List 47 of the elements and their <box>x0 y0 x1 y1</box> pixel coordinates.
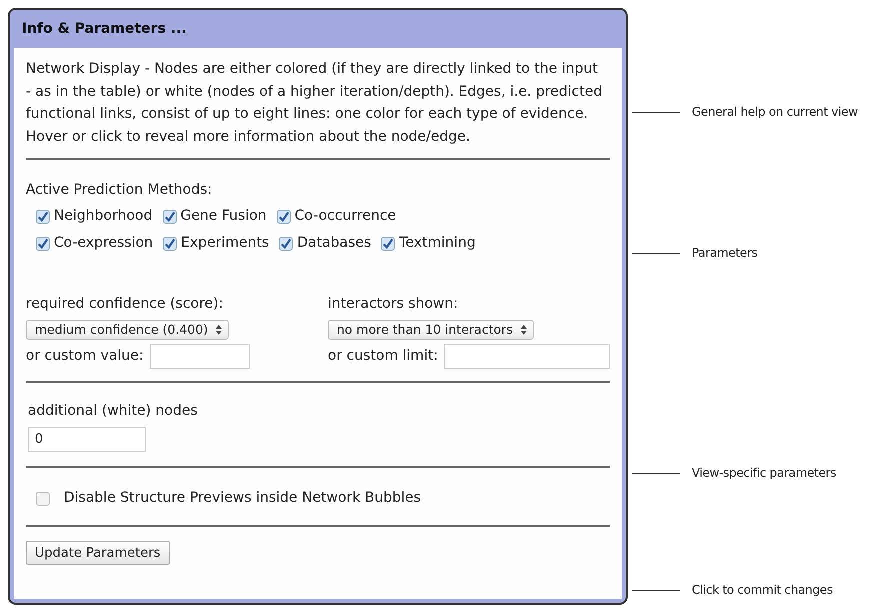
checkbox[interactable] <box>381 236 396 251</box>
check-icon <box>382 238 394 250</box>
field-label: or custom limit: <box>328 347 438 366</box>
custom-input-field[interactable] <box>444 344 610 370</box>
checkbox-label: Experiments <box>181 234 270 254</box>
leader-line <box>632 112 680 113</box>
checkbox[interactable] <box>36 492 50 506</box>
annotation-label: Parameters <box>692 245 758 261</box>
leader-line <box>632 590 680 591</box>
checkbox-label: Databases <box>297 234 372 254</box>
panel-title: Info & Parameters ... <box>21 20 188 38</box>
leader-line <box>632 253 680 254</box>
checkbox-label: Gene Fusion <box>180 207 267 226</box>
section-label: Active Prediction Methods: <box>26 181 214 200</box>
check-icon <box>164 238 176 250</box>
annotation-label: Click to commit changes <box>692 582 833 598</box>
custom-input-field[interactable] <box>150 344 250 370</box>
checkbox-label: Neighborhood <box>54 207 153 226</box>
field-label: additional (white) nodes <box>27 402 199 422</box>
checkbox[interactable] <box>162 210 177 224</box>
check-icon <box>278 210 290 223</box>
checkbox[interactable] <box>279 236 294 251</box>
checkbox-label: Disable Structure Previews inside Network Bubbles <box>64 489 422 508</box>
checkbox-label: Co-occurrence <box>294 207 396 226</box>
field-label: required confidence (score): <box>26 295 224 314</box>
check-icon <box>37 238 49 250</box>
checkbox[interactable] <box>163 236 178 251</box>
checkbox-label: Textmining <box>399 234 476 254</box>
field-label: or custom value: <box>26 347 144 366</box>
dropdown[interactable]: no more than 10 interactors <box>328 320 534 340</box>
checkbox-label: Co-expression <box>54 234 154 254</box>
checkbox[interactable] <box>36 210 50 224</box>
updown-icon <box>521 325 528 336</box>
check-icon <box>164 210 176 223</box>
check-icon <box>280 238 292 250</box>
checkbox[interactable] <box>36 236 50 251</box>
update-parameters-button[interactable]: Update Parameters <box>26 541 170 566</box>
checkbox[interactable] <box>276 210 291 224</box>
annotation-label: General help on current view <box>692 104 858 120</box>
help-text: Network Display - Nodes are either colored (if they are directly linked to the input - as in the table) or white (nodes of a higher iteration/depth). Edges, i.e. predicted functional links, consist of up to eight lines: one color for each type of evidence. Hover or click to reveal more information about the node/edge. <box>26 60 604 147</box>
field-label: interactors shown: <box>328 295 460 314</box>
nodes-input-field[interactable]: 0 <box>28 427 146 452</box>
annotation-label: View-specific parameters <box>692 465 836 481</box>
check-icon <box>37 210 49 223</box>
leader-line <box>632 473 680 474</box>
dropdown[interactable]: medium confidence (0.400) <box>26 320 230 340</box>
updown-icon <box>216 325 222 336</box>
